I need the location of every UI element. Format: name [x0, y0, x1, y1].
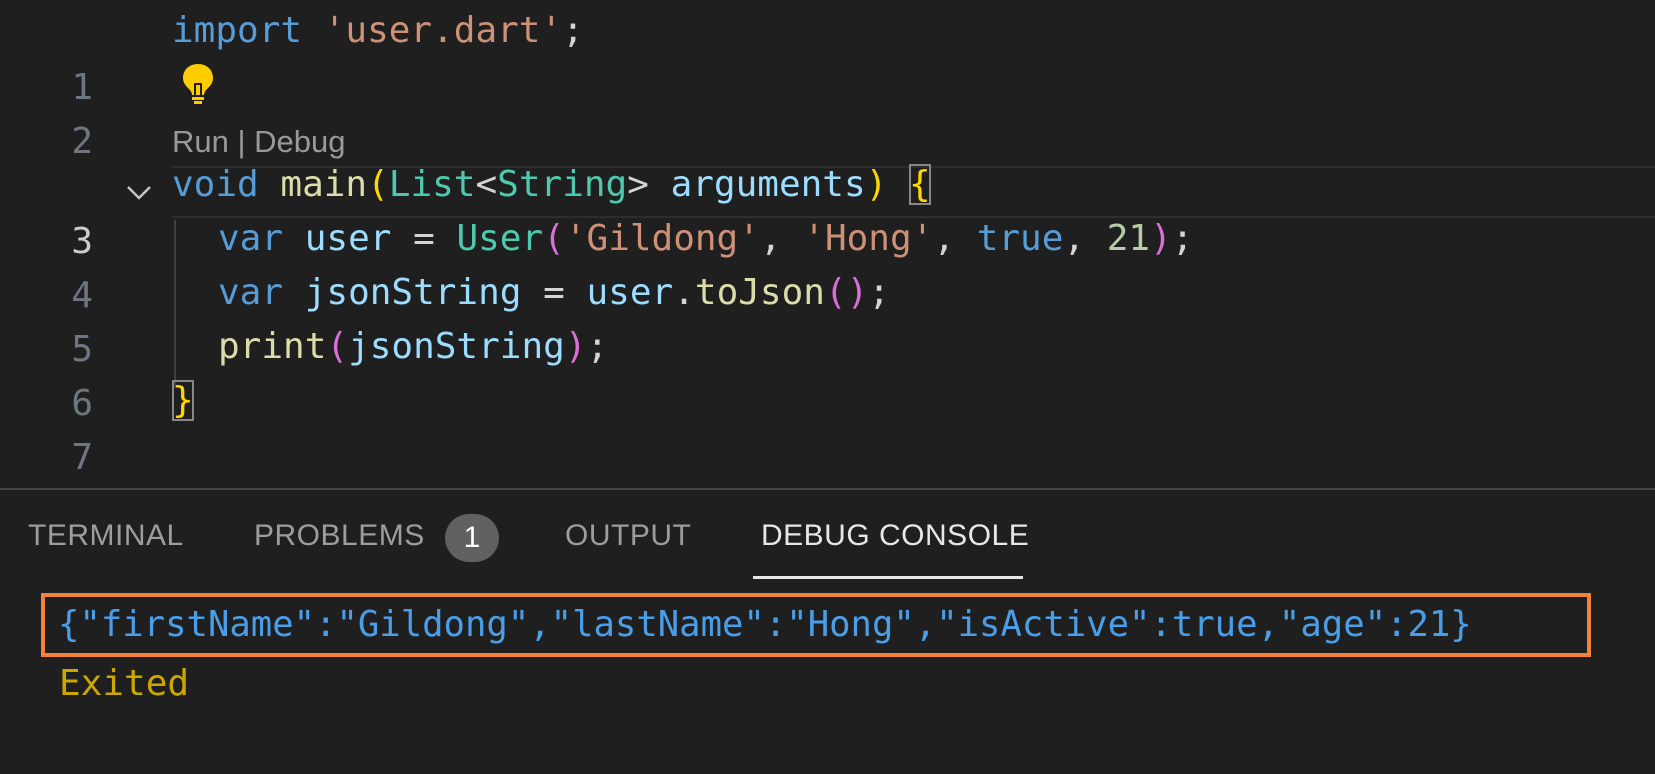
codelens-separator: |	[228, 124, 255, 159]
console-exited-status: Exited	[59, 663, 190, 704]
chevron-down-icon[interactable]	[124, 178, 154, 208]
lightbulb-icon[interactable]	[180, 62, 216, 104]
code-line-7[interactable]: 7 }	[0, 372, 1655, 478]
console-json-output: {"firstName":"Gildong","lastName":"Hong"…	[58, 604, 1472, 645]
problems-count-badge: 1	[445, 514, 499, 562]
code-line-3[interactable]: 3 void main(List<String> arguments) {	[0, 156, 1655, 262]
tab-terminal[interactable]: TERMINAL	[28, 512, 184, 560]
tab-problems[interactable]: PROBLEMS	[254, 512, 425, 560]
run-codelens-link[interactable]: Run	[172, 124, 229, 159]
vscode-window: 1 import 'user.dart'; 2 Run | Debug 3 vo…	[0, 0, 1655, 774]
code-line-2[interactable]: 2	[0, 56, 1655, 162]
code-line-4[interactable]: 4 var user = User('Gildong', 'Hong', tru…	[0, 210, 1655, 316]
code-text: var jsonString = user.toJson();	[218, 272, 890, 313]
active-tab-indicator	[753, 576, 1023, 579]
code-line-1[interactable]: 1 import 'user.dart';	[0, 2, 1655, 108]
code-text: import 'user.dart';	[172, 10, 584, 51]
code-text: }	[172, 380, 194, 421]
code-text: var user = User('Gildong', 'Hong', true,…	[218, 218, 1194, 259]
panel-tabs: TERMINAL PROBLEMS 1 OUTPUT DEBUG CONSOLE	[0, 490, 1655, 580]
code-line-5[interactable]: 5 var jsonString = user.toJson();	[0, 264, 1655, 370]
code-line-6[interactable]: 6 print(jsonString);	[0, 318, 1655, 424]
code-line-8[interactable]: 8	[0, 426, 1655, 483]
debug-codelens-link[interactable]: Debug	[254, 124, 345, 159]
code-editor[interactable]: 1 import 'user.dart'; 2 Run | Debug 3 vo…	[0, 0, 1655, 488]
code-text: void main(List<String> arguments) {	[172, 164, 931, 205]
tab-debug-console[interactable]: DEBUG CONSOLE	[761, 512, 1029, 560]
bottom-panel: TERMINAL PROBLEMS 1 OUTPUT DEBUG CONSOLE…	[0, 488, 1655, 774]
tab-output[interactable]: OUTPUT	[565, 512, 691, 560]
code-text: print(jsonString);	[218, 326, 609, 367]
